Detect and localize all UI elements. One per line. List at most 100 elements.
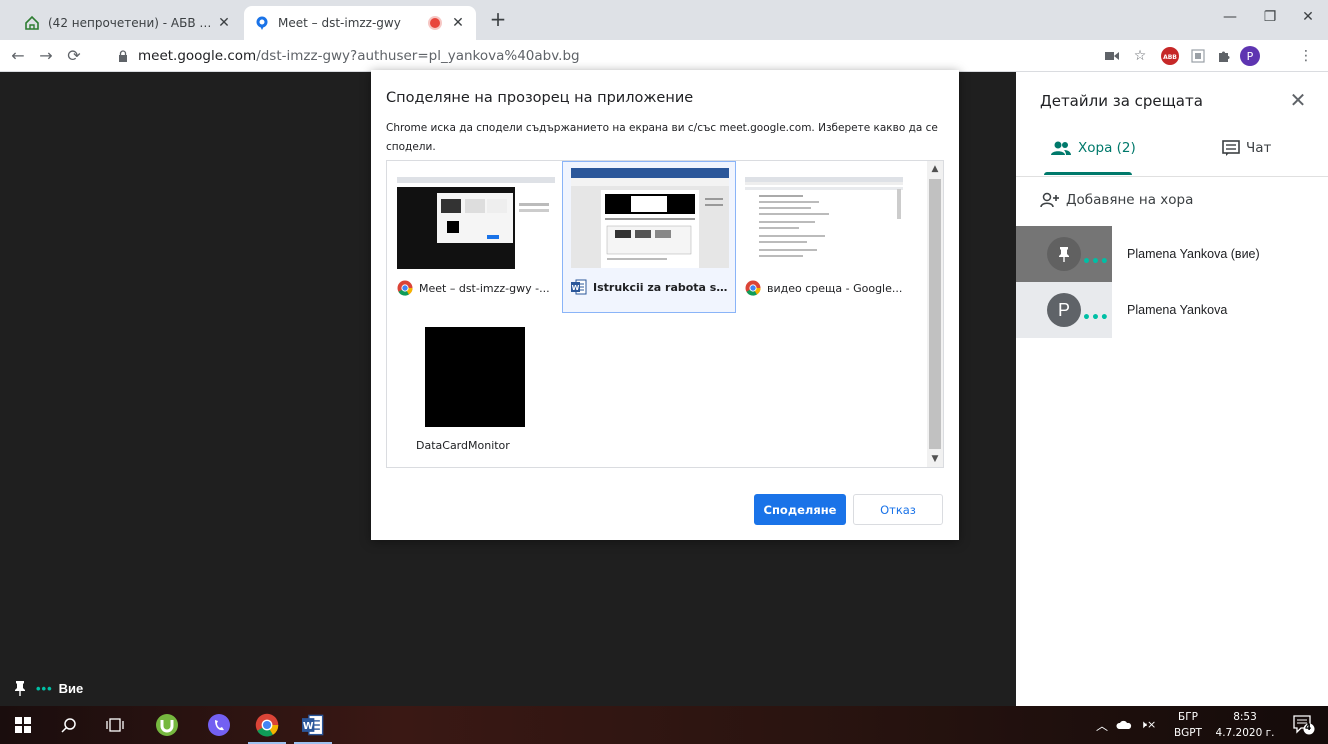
keyboard-layout: BGPT	[1174, 727, 1202, 739]
keyboard-language[interactable]: БГР BGPT	[1170, 709, 1206, 741]
window-option-datacardmonitor[interactable]: DataCardMonitor	[389, 317, 563, 469]
utorrent-app[interactable]	[144, 706, 190, 744]
camera-in-use-icon[interactable]	[1102, 46, 1122, 66]
chrome-icon	[397, 280, 413, 296]
reload-button[interactable]: ⟳	[62, 44, 86, 68]
language-code: БГР	[1178, 711, 1198, 723]
window-caption: DataCardMonitor	[416, 439, 576, 452]
participant-video: •••	[1016, 226, 1112, 282]
window-caption: Meet – dst-imzz-gwy -...	[397, 280, 557, 296]
window-label: Meet – dst-imzz-gwy -...	[419, 281, 550, 295]
window-label: Istrukcii za rabota s G...	[593, 280, 731, 294]
forward-button[interactable]: →	[34, 44, 58, 68]
active-tab-indicator	[1044, 172, 1132, 175]
participant-avatar	[1047, 237, 1081, 271]
window-preview	[571, 168, 729, 268]
add-person-icon	[1040, 192, 1060, 208]
action-center-button[interactable]: 4	[1286, 706, 1322, 744]
show-hidden-icons-icon[interactable]: ︿	[1096, 717, 1108, 734]
meeting-details-panel: Детайли за срещата ✕ Хора (2) Чат Добавя…	[1016, 72, 1328, 706]
more-options-icon[interactable]: •••	[1082, 254, 1109, 270]
svg-text:W: W	[303, 721, 314, 732]
window-label: DataCardMonitor	[416, 439, 510, 452]
pin-icon[interactable]	[14, 680, 26, 696]
self-tile-label: ••• Вие	[14, 680, 83, 696]
self-name: Вие	[58, 680, 84, 696]
participant-avatar: P	[1047, 293, 1081, 327]
back-button[interactable]: ←	[6, 44, 30, 68]
house-icon	[24, 15, 40, 31]
close-panel-button[interactable]: ✕	[1286, 88, 1310, 112]
participant-name: Plamena Yankova	[1127, 303, 1228, 317]
tab-meet[interactable]: Meet – dst-imzz-gwy ✕	[244, 6, 476, 40]
onedrive-cloud-icon[interactable]	[1116, 720, 1132, 730]
minimize-button[interactable]: —	[1210, 6, 1250, 30]
people-icon	[1050, 140, 1072, 156]
tab-chat[interactable]: Чат	[1222, 140, 1271, 156]
participant-row[interactable]: P ••• Plamena Yankova	[1016, 282, 1328, 338]
viber-app[interactable]	[196, 706, 242, 744]
clock-date: 4.7.2020 г.	[1215, 727, 1275, 739]
share-window-dialog: Споделяне на прозорец на приложение Chro…	[371, 70, 959, 540]
notification-count: 4	[1305, 723, 1312, 733]
url-path: /dst-imzz-gwy?authuser=pl_yankova%40abv.…	[256, 48, 580, 64]
word-app[interactable]: W	[290, 706, 336, 744]
window-caption: W Istrukcii za rabota s G...	[571, 279, 731, 295]
profile-avatar[interactable]: P	[1240, 46, 1260, 66]
add-people-button[interactable]: Добавяне на хора	[1040, 192, 1193, 208]
chrome-app[interactable]	[244, 706, 290, 744]
scroll-down-arrow-icon[interactable]: ▼	[927, 451, 943, 467]
restore-button[interactable]: ❐	[1250, 6, 1290, 30]
window-preview	[745, 177, 903, 269]
meet-icon	[254, 15, 270, 31]
scrollbar-thumb[interactable]	[929, 179, 941, 449]
close-tab-icon[interactable]: ✕	[450, 15, 466, 31]
window-option-meet[interactable]: Meet – dst-imzz-gwy -...	[389, 163, 563, 315]
search-icon	[61, 718, 76, 733]
speaker-muted-icon[interactable]: 🕨×	[1140, 718, 1156, 732]
task-view-button[interactable]	[92, 706, 138, 744]
windows-logo-icon	[15, 717, 31, 733]
system-tray: ︿ 🕨×	[1096, 706, 1156, 744]
search-button[interactable]	[46, 706, 92, 744]
tab-chat-label: Чат	[1246, 140, 1272, 156]
recording-indicator-icon	[430, 18, 440, 28]
participant-initial: P	[1057, 299, 1070, 320]
url-host: meet.google.com	[138, 48, 257, 64]
notification-icon	[1293, 715, 1315, 735]
grid-scrollbar[interactable]: ▲ ▼	[927, 161, 943, 467]
extension-icon[interactable]	[1188, 46, 1208, 66]
tab-title: Meet – dst-imzz-gwy	[278, 16, 401, 30]
chrome-menu-icon[interactable]: ⋮	[1296, 46, 1316, 66]
scroll-up-arrow-icon[interactable]: ▲	[927, 161, 943, 177]
panel-title: Детайли за срещата	[1040, 92, 1203, 110]
address-bar[interactable]: meet.google.com/dst-imzz-gwy?authuser=pl…	[110, 44, 1090, 68]
pin-icon	[1059, 247, 1069, 262]
puzzle-extensions-icon[interactable]	[1214, 46, 1234, 66]
svg-text:ABB: ABB	[1163, 54, 1177, 61]
tab-people[interactable]: Хора (2)	[1050, 140, 1136, 156]
tabs-divider	[1016, 176, 1328, 177]
bookmark-star-icon[interactable]: ☆	[1130, 46, 1150, 66]
cancel-button[interactable]: Отказ	[853, 494, 943, 525]
new-tab-button[interactable]: +	[486, 8, 510, 32]
window-preview	[425, 327, 525, 427]
more-options-icon[interactable]: •••	[1082, 310, 1109, 326]
more-options-icon[interactable]: •••	[36, 681, 53, 696]
adblock-extension-icon[interactable]: ABB	[1160, 46, 1180, 66]
close-tab-icon[interactable]: ✕	[216, 15, 232, 31]
profile-initial: P	[1240, 46, 1260, 66]
participant-row[interactable]: ••• Plamena Yankova (вие)	[1016, 226, 1328, 282]
tab-people-label: Хора (2)	[1078, 140, 1136, 156]
tab-abv-mail[interactable]: (42 непрочетени) - АБВ поща ✕	[14, 6, 242, 40]
window-option-google-doc[interactable]: видео среща - Google...	[737, 163, 911, 315]
close-window-button[interactable]: ✕	[1288, 6, 1328, 30]
clock[interactable]: 8:53 4.7.2020 г.	[1212, 709, 1278, 741]
window-preview	[397, 177, 555, 269]
window-label: видео среща - Google...	[767, 281, 903, 295]
share-button[interactable]: Споделяне	[754, 494, 846, 525]
start-button[interactable]	[0, 706, 46, 744]
participant-video: P •••	[1016, 282, 1112, 338]
window-option-word[interactable]: W Istrukcii za rabota s G...	[562, 161, 736, 313]
viber-icon	[208, 714, 230, 736]
